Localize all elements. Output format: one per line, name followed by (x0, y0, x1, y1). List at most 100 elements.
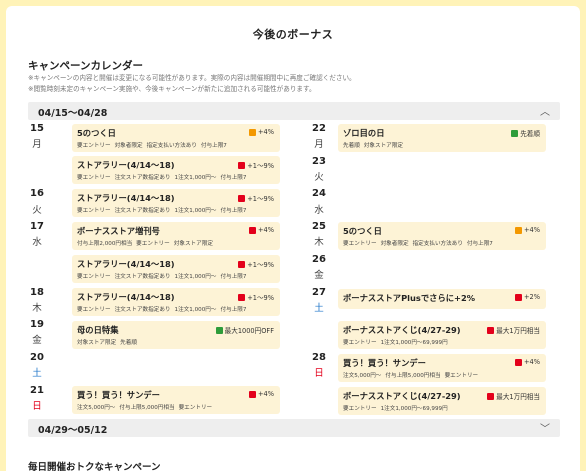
tag: 付与上限7 (220, 208, 247, 214)
paypay-icon (238, 293, 246, 301)
day-number: 26 (312, 254, 326, 265)
tag: 要エントリー (343, 241, 377, 247)
chevron-up-icon[interactable]: ︿ (540, 103, 550, 118)
paypay-icon (515, 358, 522, 366)
day-number: 28 (312, 352, 326, 363)
campaign-card[interactable]: ストアラリー(4/14〜18) +1〜9% 要エントリー 注文ストア数指定あり 1注… (72, 255, 280, 283)
tag: 付与上限2,000円相当 (77, 241, 133, 247)
day-number: 17 (30, 221, 44, 232)
badge-text: +4% (258, 226, 274, 234)
bonus-panel: 今後のボーナス キャンペーンカレンダー ※キャンペーンの内容と開催は変更になる可… (6, 6, 580, 471)
chevron-down-icon[interactable]: ﹀ (540, 420, 550, 435)
day-weekday: 火 (32, 205, 42, 216)
campaign-badge: +4% (249, 226, 274, 234)
day-weekday: 月 (32, 139, 42, 150)
badge-text: +1〜9% (247, 162, 274, 170)
range-toggle-apr15-apr28[interactable]: 04/15〜04/28 ︿ (28, 102, 560, 120)
day-weekday: 木 (32, 303, 42, 314)
campaign-card[interactable]: ボーナスストアくじ(4/27-29) 最大1万円相当 要エントリー 1注文1,00… (338, 321, 546, 349)
tag: 1注文1,000円〜 (174, 208, 217, 214)
day-weekday: 日 (32, 401, 42, 412)
campaign-card[interactable]: 買う！買う！サンデー +4% 注文5,000円〜 付与上限5,000円相当 要エント… (72, 386, 280, 414)
day-weekday: 日 (314, 368, 324, 379)
campaign-tags: 要エントリー 注文ストア数指定あり 1注文1,000円〜 付与上限7 (77, 206, 250, 214)
tag: 要エントリー (178, 405, 213, 411)
campaign-tags: 要エントリー 注文ストア数指定あり 1注文1,000円〜 付与上限7 (77, 305, 250, 313)
tag: 1注文1,000円〜69,999円 (380, 406, 448, 412)
campaign-card[interactable]: 買う！買う！サンデー +4% 注文5,000円〜 付与上限5,000円相当 要エント… (338, 354, 546, 382)
day-weekday: 水 (314, 205, 324, 216)
tag: 要エントリー (77, 274, 111, 280)
range-toggle-apr29-may12[interactable]: 04/29〜05/12 ﹀ (28, 419, 560, 437)
tag: 対象者限定 (380, 241, 409, 247)
paypay-icon (249, 390, 256, 398)
tag: 対象ストア限定 (173, 241, 213, 247)
campaign-tags: 付与上限2,000円相当 要エントリー 対象ストア限定 (77, 239, 217, 247)
day-number: 25 (312, 221, 326, 232)
campaign-tags: 注文5,000円〜 付与上限5,000円相当 要エントリー (77, 403, 216, 411)
badge-text: +1〜9% (247, 294, 274, 302)
tag: 注文ストア数指定あり (114, 208, 171, 214)
tag: 指定支払い方法あり (412, 241, 463, 247)
badge-text: +4% (258, 390, 274, 398)
campaign-badge: 先着順 (511, 128, 540, 138)
tag: 1注文1,000円〜 (174, 307, 217, 313)
tag: 付与上限7 (220, 307, 247, 313)
campaign-title: 5のつく日 (77, 128, 116, 138)
tag: 付与上限7 (220, 175, 247, 181)
campaign-card[interactable]: ボーナスストア増刊号 +4% 付与上限2,000円相当 要エントリー 対象ストア限定 (72, 222, 280, 250)
tag: 付与上限5,000円相当 (385, 373, 441, 379)
campaign-card[interactable]: ゾロ目の日 先着順 先着順 対象ストア限定 (338, 124, 546, 152)
paypay-icon (238, 194, 246, 202)
campaign-card[interactable]: ボーナスストアPlusでさらに+2% +2% (338, 289, 546, 309)
campaign-tags: 対象ストア限定 先着順 (77, 338, 141, 346)
campaign-card[interactable]: ストアラリー(4/14〜18) +1〜9% 要エントリー 注文ストア数指定あり 1注… (72, 288, 280, 316)
campaign-card[interactable]: 母の日特集 最大1000円OFF 対象ストア限定 先着順 (72, 321, 280, 349)
tag: 付与上限7 (466, 241, 493, 247)
tag: 要エントリー (444, 373, 479, 379)
day-number: 27 (312, 287, 326, 298)
day-weekday: 金 (314, 270, 324, 281)
campaign-badge: +4% (249, 128, 274, 136)
campaign-badge: +1〜9% (238, 160, 274, 170)
campaign-title: ストアラリー(4/14〜18) (77, 259, 175, 269)
day-weekday: 水 (32, 237, 42, 248)
campaign-badge: +1〜9% (238, 193, 274, 203)
tag: 先着順 (343, 143, 360, 149)
day-number: 20 (30, 352, 44, 363)
tag: 先着順 (120, 340, 137, 346)
campaign-card[interactable]: ストアラリー(4/14〜18) +1〜9% 要エントリー 注文ストア数指定あり 1注… (72, 156, 280, 184)
campaign-card[interactable]: 5のつく日 +4% 要エントリー 対象者限定 指定支払い方法あり 付与上限7 (338, 222, 546, 250)
note-line: ※閲覧時刻未定のキャンペーン実施や、今後キャンペーンが新たに追加される可能性があ… (28, 84, 316, 93)
day-number: 24 (312, 188, 326, 199)
campaign-card[interactable]: 5のつく日 +4% 要エントリー 対象者限定 指定支払い方法あり 付与上限7 (72, 124, 280, 152)
campaign-tags: 要エントリー 注文ストア数指定あり 1注文1,000円〜 付与上限7 (77, 173, 250, 181)
campaign-tags: 要エントリー 対象者限定 指定支払い方法あり 付与上限7 (343, 239, 497, 247)
note-line: ※キャンペーンの内容と開催は変更になる可能性があります。実際の内容は開催期間中に… (28, 74, 356, 82)
tag: 指定支払い方法あり (146, 143, 197, 149)
calendar-heading: キャンペーンカレンダー (28, 60, 143, 72)
badge-text: +4% (524, 358, 540, 366)
tag: 対象ストア限定 (363, 143, 403, 149)
day-number: 19 (30, 319, 44, 330)
campaign-badge: +1〜9% (238, 259, 274, 269)
campaign-card[interactable]: ストアラリー(4/14〜18) +1〜9% 要エントリー 注文ストア数指定あり 1注… (72, 189, 280, 217)
range-label: 04/15〜04/28 (38, 108, 108, 119)
tag: 付与上限5,000円相当 (119, 405, 175, 411)
tag: 対象ストア限定 (77, 340, 117, 346)
campaign-tags: 要エントリー 対象者限定 指定支払い方法あり 付与上限7 (77, 141, 231, 149)
campaign-tags: 注文5,000円〜 付与上限5,000円相当 要エントリー (343, 371, 482, 379)
day-weekday: 土 (32, 368, 42, 379)
campaign-tags: 要エントリー 1注文1,000円〜69,999円 (343, 404, 452, 412)
campaign-title: ストアラリー(4/14〜18) (77, 160, 175, 170)
campaign-title: 母の日特集 (77, 325, 119, 335)
day-weekday: 土 (314, 303, 324, 314)
tag: 1注文1,000円〜69,999円 (380, 340, 448, 346)
campaign-title: 買う！買う！サンデー (77, 390, 160, 400)
day-number: 22 (312, 123, 326, 134)
campaign-card[interactable]: ボーナスストアくじ(4/27-29) 最大1万円相当 要エントリー 1注文1,00… (338, 387, 546, 415)
day-weekday: 火 (314, 172, 324, 183)
campaign-tags: 先着順 対象ストア限定 (343, 141, 407, 149)
badge-text: +4% (258, 128, 274, 136)
bonus-icon (515, 226, 522, 234)
